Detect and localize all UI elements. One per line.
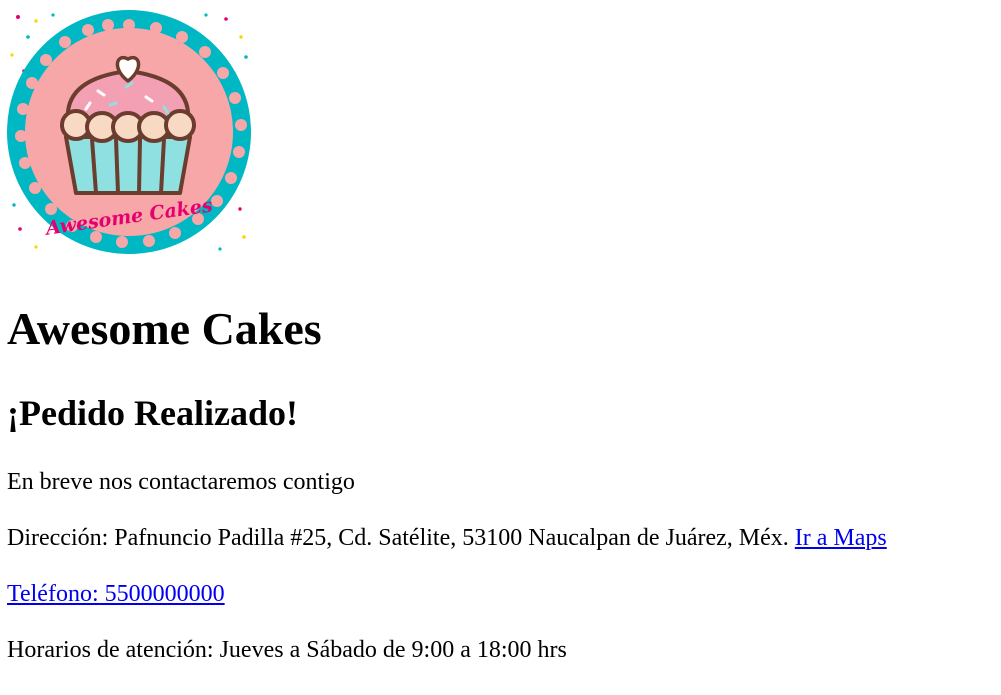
phone-link[interactable]: Teléfono: 5500000000: [7, 581, 225, 607]
order-confirmation-page: Awesome Cakes Awesome Cakes ¡Pedido Real…: [0, 0, 1001, 695]
phone-line: Teléfono: 5500000000: [7, 578, 225, 610]
page-title: Awesome Cakes: [7, 303, 322, 354]
order-status-heading: ¡Pedido Realizado!: [7, 393, 298, 433]
maps-link[interactable]: Ir a Maps: [795, 525, 887, 551]
address-text: Dirección: Pafnuncio Padilla #25, Cd. Sa…: [7, 525, 789, 551]
business-hours: Horarios de atención: Jueves a Sábado de…: [7, 637, 567, 663]
awesome-cakes-logo: Awesome Cakes: [6, 9, 252, 255]
address-line: Dirección: Pafnuncio Padilla #25, Cd. Sa…: [7, 522, 887, 554]
contact-message: En breve nos contactaremos contigo: [7, 469, 355, 495]
cupcake-logo-icon: Awesome Cakes: [7, 10, 251, 254]
